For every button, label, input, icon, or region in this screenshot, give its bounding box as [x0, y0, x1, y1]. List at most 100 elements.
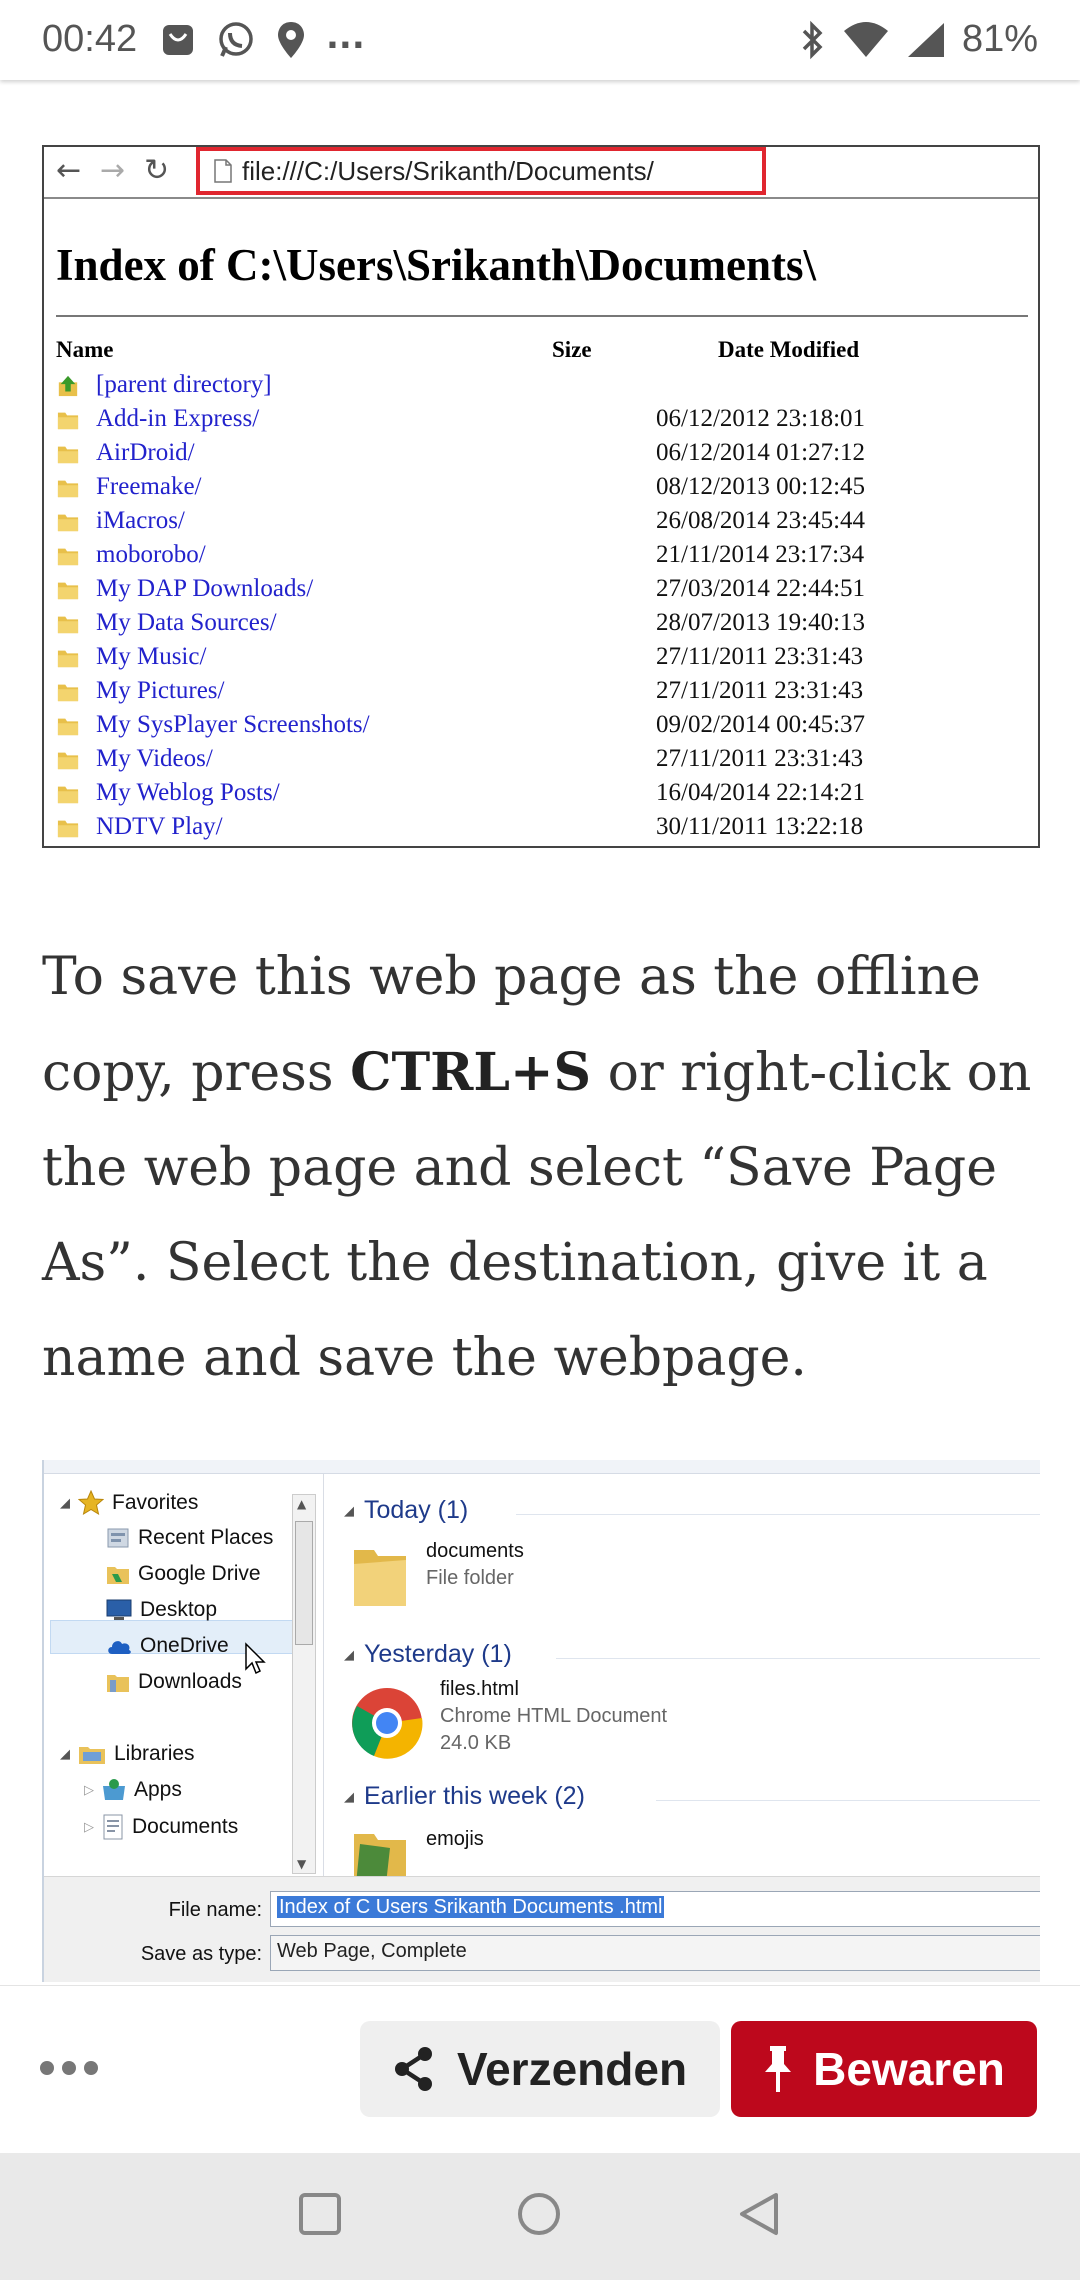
folder-icon [57, 718, 79, 736]
nav-apps: ▷ Apps [84, 1778, 182, 1801]
folder-icon [57, 480, 79, 498]
scroll-up-icon: ▲ [297, 1497, 307, 1511]
group-divider [656, 1800, 1040, 1801]
folder-link[interactable]: AirDroid/ [96, 439, 195, 467]
system-navigation-bar [0, 2153, 1080, 2280]
files-pane: ◢ Today (1) documents File folder ◢ Yester… [326, 1474, 1040, 1884]
folder-link[interactable]: My Weblog Posts/ [96, 779, 280, 807]
folder-icon [107, 1567, 129, 1584]
folder-link[interactable]: NDTV Play/ [96, 813, 223, 841]
app-notification-icon [163, 25, 193, 55]
browser-toolbar: ← → ↻ file:///C:/Users/Srikanth/Document… [44, 147, 1038, 199]
expand-triangle-icon: ◢ [60, 1495, 70, 1510]
folder-link[interactable]: My SysPlayer Screenshots/ [96, 711, 370, 739]
star-icon [78, 1490, 104, 1516]
notification-icons: ... [160, 17, 365, 60]
collapse-triangle-icon: ▷ [84, 1782, 94, 1797]
folder-icon [57, 514, 79, 532]
recent-places-icon [107, 1528, 129, 1548]
date-modified: 06/12/2012 23:18:01 [656, 405, 866, 432]
folder-link[interactable]: My Videos/ [96, 745, 213, 773]
folder-icon [57, 548, 79, 566]
group-divider [516, 1514, 1040, 1515]
date-modified: 27/11/2011 23:31:43 [656, 745, 864, 772]
status-bar: 00:42 ... 81% [0, 0, 1080, 80]
directory-row: Add-in Express/06/12/2012 23:18:01 [56, 403, 1016, 437]
back-icon[interactable] [736, 2191, 782, 2237]
forward-arrow-icon: → [100, 153, 126, 188]
column-name: Name [56, 337, 114, 362]
directory-row: My Data Sources/28/07/2013 19:40:13 [56, 607, 1016, 641]
more-notifications: ... [326, 17, 365, 57]
folder-link[interactable]: My Music/ [96, 643, 206, 671]
folder-icon [57, 616, 79, 634]
downloads-folder-icon [107, 1675, 129, 1692]
file-name-label: File name: [168, 1899, 262, 1921]
navigation-pane: ◢ Favorites Recent Places Google Drive D… [44, 1474, 324, 1876]
directory-row: My SysPlayer Screenshots/09/02/2014 00:4… [56, 709, 1016, 743]
dot-icon [84, 2061, 98, 2075]
folder-icon [57, 752, 79, 770]
nav-onedrive: OneDrive [106, 1634, 229, 1658]
date-modified: 16/04/2014 22:14:21 [656, 779, 866, 806]
whatsapp-icon [219, 22, 253, 57]
divider [56, 315, 1028, 317]
folder-icon [57, 820, 79, 838]
folder-icon [57, 446, 79, 464]
pin-action-bar: Verzenden Bewaren [0, 1985, 1080, 2153]
wifi-icon [843, 21, 888, 57]
folder-icon [354, 1550, 406, 1606]
dialog-toolbar [44, 1460, 1040, 1474]
recent-apps-icon[interactable] [297, 2191, 343, 2237]
folder-link[interactable]: moborobo/ [96, 541, 206, 569]
folder-link[interactable]: My DAP Downloads/ [96, 575, 313, 603]
share-icon [394, 2047, 432, 2091]
folder-link[interactable]: Add-in Express/ [96, 405, 259, 433]
date-modified: 28/07/2013 19:40:13 [656, 609, 866, 636]
up-arrow-icon [58, 375, 78, 397]
send-label: Verzenden [456, 2043, 688, 2095]
collapse-triangle-icon: ▷ [84, 1819, 94, 1834]
folder-icon [57, 412, 79, 430]
address-bar-highlight: file:///C:/Users/Srikanth/Documents/ [196, 147, 766, 195]
nav-google-drive: Google Drive [106, 1562, 261, 1586]
home-icon[interactable] [516, 2191, 562, 2237]
nav-favorites: ◢ Favorites [60, 1490, 199, 1516]
dot-icon [40, 2061, 54, 2075]
directory-list: [parent directory] Add-in Express/06/12/… [56, 369, 1016, 845]
folder-link[interactable]: My Data Sources/ [96, 609, 277, 637]
column-date: Date Modified [718, 337, 860, 362]
folder-link[interactable]: Freemake/ [96, 473, 202, 501]
mouse-cursor-icon [245, 1642, 266, 1675]
directory-row: AirDroid/06/12/2014 01:27:12 [56, 437, 1016, 471]
apps-icon [103, 1779, 125, 1800]
nav-desktop: Desktop [106, 1598, 217, 1622]
save-pin-button[interactable]: Bewaren [731, 2021, 1037, 2117]
file-name-input: Index of C Users Srikanth Documents .htm… [270, 1891, 1040, 1927]
folder-link[interactable]: My Pictures/ [96, 677, 224, 705]
parent-directory-row: [parent directory] [56, 369, 1016, 403]
pin-icon [765, 2046, 792, 2092]
directory-row: My DAP Downloads/27/03/2014 22:44:51 [56, 573, 1016, 607]
libraries-icon [79, 1747, 105, 1764]
date-modified: 09/02/2014 00:45:37 [656, 711, 866, 738]
save-type-label: Save as type: [140, 1943, 262, 1965]
nav-libraries: ◢ Libraries [60, 1742, 195, 1765]
folder-icon [57, 684, 79, 702]
folder-icon [57, 582, 79, 600]
group-earlier-this-week: ◢ Earlier this week (2) [344, 1782, 585, 1810]
date-modified: 08/12/2013 00:12:45 [656, 473, 866, 500]
date-modified: 21/11/2014 23:17:34 [656, 541, 865, 568]
save-label: Bewaren [813, 2043, 1005, 2095]
file-item-emojis: emojis [350, 1824, 484, 1884]
signal-icon [907, 22, 944, 57]
nav-recent-places: Recent Places [106, 1526, 273, 1550]
folder-link[interactable]: iMacros/ [96, 507, 185, 535]
reload-icon: ↻ [144, 153, 170, 188]
more-options-button[interactable] [40, 2048, 106, 2088]
nav-downloads: Downloads [106, 1670, 242, 1694]
directory-row: moborobo/21/11/2014 23:17:34 [56, 539, 1016, 573]
send-button[interactable]: Verzenden [360, 2021, 720, 2117]
scroll-thumb [295, 1521, 313, 1645]
date-modified: 30/11/2011 13:22:18 [656, 813, 864, 840]
